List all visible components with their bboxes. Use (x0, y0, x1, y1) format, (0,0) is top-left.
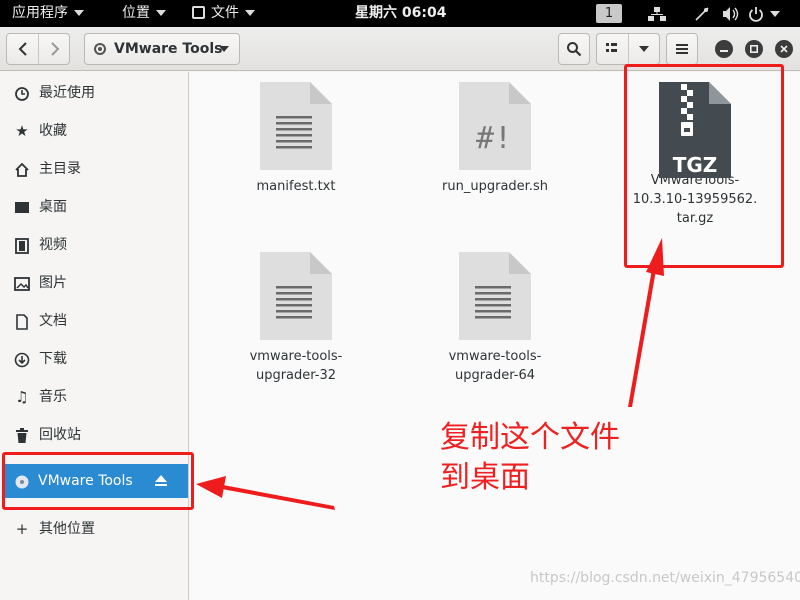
sidebar-item-home[interactable]: 主目录 (0, 152, 188, 186)
annotation-line: 复制这个文件 (440, 420, 620, 455)
plus-icon: + (15, 520, 29, 538)
applications-menu-label: 应用程序 (12, 5, 68, 21)
file-name: run_upgrader.sh (442, 179, 548, 194)
network-icon[interactable] (648, 0, 666, 27)
sidebar-item-label: 其他位置 (39, 521, 95, 537)
microphone-off-icon[interactable] (694, 0, 710, 27)
sidebar-item-trash[interactable]: 回收站 (0, 418, 188, 452)
annotation-highlight-sidebar (2, 452, 194, 510)
places-menu-label: 位置 (122, 5, 150, 21)
script-file-icon: #! (459, 82, 531, 170)
sidebar-item-label: 桌面 (39, 199, 67, 215)
annotation-highlight-file (624, 64, 784, 268)
maximize-button[interactable] (745, 40, 763, 58)
file-name: manifest.txt (256, 179, 336, 194)
chevron-down-icon (74, 10, 84, 16)
file-manifest-txt[interactable]: manifest.txt (216, 82, 376, 196)
file-name: vmware-tools- upgrader-64 (415, 347, 575, 385)
view-menu-chevron-icon[interactable] (639, 46, 649, 52)
svg-text:#!: #! (476, 121, 512, 156)
sidebar-item-label: 文档 (39, 313, 67, 329)
clock-icon (12, 76, 32, 110)
close-button[interactable] (775, 40, 793, 58)
file-vmware-tools-upgrader-64[interactable]: vmware-tools- upgrader-64 (415, 252, 575, 385)
chevron-down-icon (245, 10, 255, 16)
system-menu-chevron-icon[interactable] (770, 0, 780, 27)
file-name-line: upgrader-64 (454, 368, 536, 383)
file-name-line: upgrader-32 (255, 368, 337, 383)
sidebar-item-label: 音乐 (39, 389, 67, 405)
file-vmware-tools-upgrader-32[interactable]: vmware-tools- upgrader-32 (216, 252, 376, 385)
music-icon: ♫ (15, 388, 29, 406)
divider (628, 34, 629, 64)
sidebar-item-label: 收藏 (39, 123, 67, 139)
sidebar-item-label: 图片 (39, 275, 67, 291)
sidebar-item-videos[interactable]: 视频 (0, 228, 188, 262)
files-app-icon (192, 5, 205, 19)
file-name-line: vmware-tools- (249, 349, 343, 364)
file-run-upgrader-sh[interactable]: #! run_upgrader.sh (415, 82, 575, 196)
sidebar-item-music[interactable]: ♫ 音乐 (0, 380, 188, 414)
applications-menu[interactable]: 应用程序 (12, 0, 84, 27)
annotation-text: 复制这个文件 到桌面 (440, 418, 620, 498)
list-view-button[interactable] (597, 34, 628, 65)
chevron-down-icon (219, 46, 229, 52)
star-icon: ★ (15, 122, 29, 140)
download-icon (12, 342, 32, 376)
files-app-menu-label: 文件 (211, 5, 239, 21)
sidebar-item-downloads[interactable]: 下载 (0, 342, 188, 376)
picture-icon (12, 266, 32, 300)
clock[interactable]: 星期六 06:04 (355, 0, 446, 27)
sidebar-item-label: 最近使用 (39, 85, 95, 101)
text-file-icon (260, 252, 332, 340)
text-file-icon (260, 82, 332, 170)
path-bar-button[interactable]: VMware Tools (84, 33, 240, 65)
text-file-icon (459, 252, 531, 340)
forward-button[interactable] (39, 34, 70, 66)
sidebar-item-starred[interactable]: ★ 收藏 (0, 114, 188, 148)
view-options (596, 33, 660, 65)
file-name: vmware-tools- upgrader-32 (216, 347, 376, 385)
sidebar: 最近使用 ★ 收藏 主目录 桌面 视频 图片 文档 下载 ♫ 音乐 回收站 VM… (0, 72, 189, 600)
navigation-buttons (6, 33, 70, 65)
sidebar-item-label: 视频 (39, 237, 67, 253)
top-panel: 应用程序 位置 文件 星期六 06:04 1 (0, 0, 800, 27)
annotation-line: 到桌面 (440, 460, 530, 495)
sidebar-item-recent[interactable]: 最近使用 (0, 76, 188, 110)
search-icon (559, 34, 589, 67)
sidebar-item-label: 主目录 (39, 161, 81, 177)
chevron-down-icon (156, 10, 166, 16)
file-name-line: vmware-tools- (448, 349, 542, 364)
back-button[interactable] (7, 34, 38, 66)
disc-icon (94, 43, 106, 55)
watermark: https://blog.csdn.net/weixin_47956540 (530, 570, 800, 586)
files-app-menu[interactable]: 文件 (192, 0, 255, 27)
workspace-indicator[interactable]: 1 (596, 4, 622, 23)
power-icon[interactable] (748, 0, 764, 27)
hamburger-icon (667, 34, 697, 65)
sidebar-item-other-locations[interactable]: + 其他位置 (0, 512, 188, 546)
sidebar-item-label: 回收站 (39, 427, 81, 443)
document-icon (12, 304, 32, 338)
search-button[interactable] (558, 33, 590, 65)
desktop-icon (12, 190, 32, 224)
home-icon (12, 152, 32, 186)
hamburger-menu-button[interactable] (666, 33, 698, 65)
trash-icon (12, 418, 32, 452)
minimize-button[interactable] (715, 40, 733, 58)
volume-icon[interactable] (722, 0, 740, 27)
sidebar-item-documents[interactable]: 文档 (0, 304, 188, 338)
path-bar-label: VMware Tools (114, 41, 223, 57)
sidebar-item-label: 下载 (39, 351, 67, 367)
film-icon (12, 228, 32, 262)
places-menu[interactable]: 位置 (122, 0, 166, 27)
sidebar-item-pictures[interactable]: 图片 (0, 266, 188, 300)
sidebar-item-desktop[interactable]: 桌面 (0, 190, 188, 224)
